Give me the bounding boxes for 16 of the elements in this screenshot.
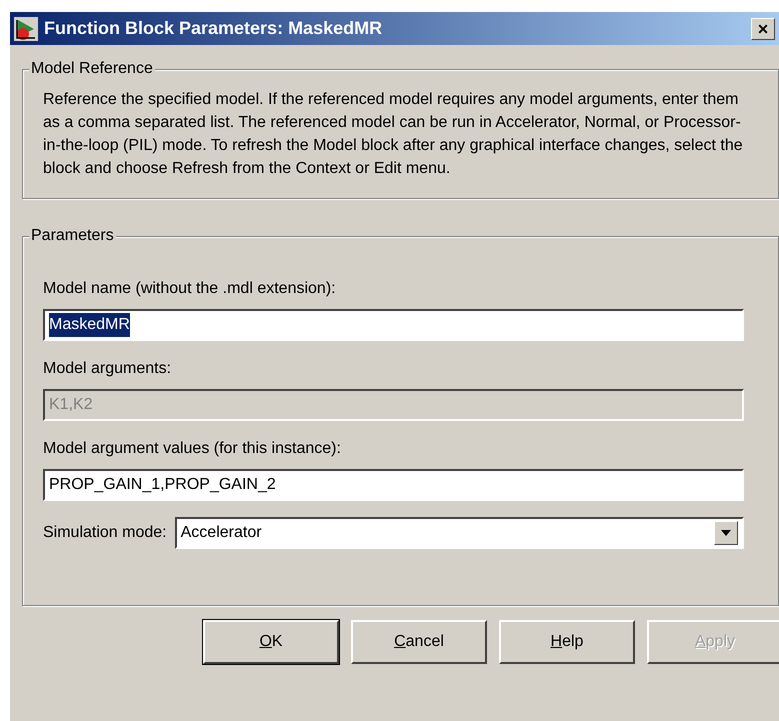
window-title: Function Block Parameters: MaskedMR xyxy=(44,17,382,40)
field-label: Model argument values (for this instance): xyxy=(43,439,342,459)
input-field[interactable]: PROP_GAIN_1,PROP_GAIN_2 xyxy=(43,469,744,501)
description-text: Reference the specified model. If the referenced model requires any model arguments, enter them as a comma separated list. The referenced model can be run in Accelerator, Normal, or Processor-in-the-loop (PIL) mode. To refresh the Model block after any graphical interface changes, select the block and choose Refresh from the Context or Edit menu. xyxy=(43,90,744,179)
dialog-button[interactable]: Cancel xyxy=(351,620,487,664)
dropdown-field[interactable]: Accelerator xyxy=(174,517,744,549)
dialog-button[interactable]: Help xyxy=(499,620,635,664)
app-icon xyxy=(14,16,38,40)
close-button[interactable]: × xyxy=(751,18,775,40)
input-field[interactable]: MaskedMR xyxy=(43,309,744,341)
input-field: K1,K2 xyxy=(43,389,744,421)
field-label: Model name (without the .mdl extension): xyxy=(43,279,337,299)
field-label: Simulation mode: xyxy=(43,523,167,543)
field-label: Model arguments: xyxy=(43,359,172,379)
dialog-button[interactable]: OK xyxy=(203,620,339,664)
caret-icon xyxy=(721,530,731,536)
